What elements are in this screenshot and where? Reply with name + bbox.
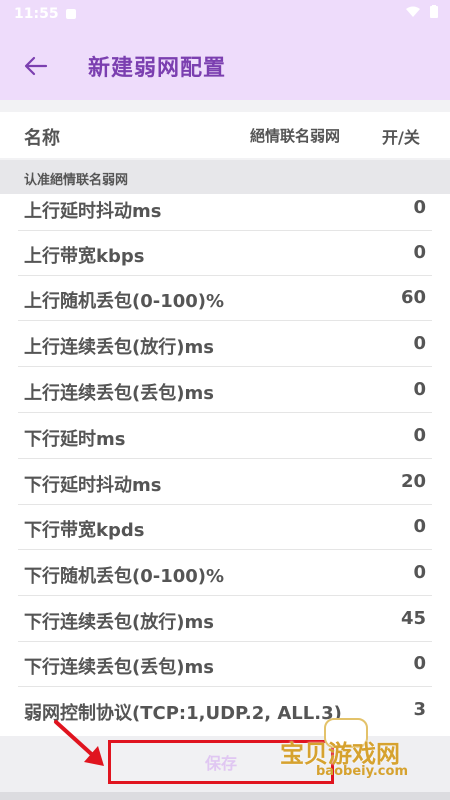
notification-icon	[66, 9, 76, 19]
list-item[interactable]: 上行随机丢包(0-100)% 60	[0, 276, 450, 321]
status-time: 11:55	[14, 6, 59, 22]
list-item[interactable]: 上行延时抖动ms 0	[0, 194, 450, 231]
watermark: 宝贝游戏网 baobeiy.com	[276, 718, 446, 786]
list-item[interactable]: 上行连续丢包(放行)ms 0	[0, 322, 450, 367]
app-bar: 新建弱网配置	[0, 30, 450, 100]
list-item[interactable]: 上行带宽kbps 0	[0, 231, 450, 276]
config-list: 上行延时抖动ms 0 上行带宽kbps 0 上行随机丢包(0-100)% 60 上行连…	[0, 194, 450, 736]
column-toggle-header: 开/关	[382, 128, 420, 147]
battery-icon	[430, 5, 438, 18]
save-label: 保存	[204, 754, 237, 773]
status-bar: 11:55	[0, 0, 450, 30]
list-item[interactable]: 下行延时抖动ms 20	[0, 460, 450, 505]
table-header: 名称 絕情联名弱网 开/关	[0, 112, 450, 158]
list-item[interactable]: 下行带宽kpds 0	[0, 505, 450, 550]
list-item[interactable]: 下行延时ms 0	[0, 414, 450, 459]
list-item[interactable]: 下行连续丢包(放行)ms 45	[0, 597, 450, 642]
back-button[interactable]	[18, 48, 54, 84]
section-header: 认准絕情联名弱网	[0, 160, 450, 194]
section-label: 认准絕情联名弱网	[24, 173, 129, 188]
wifi-icon	[405, 6, 420, 17]
page-title: 新建弱网配置	[88, 56, 227, 81]
column-name-header: 名称	[24, 128, 60, 149]
watermark-url: baobeiy.com	[316, 764, 408, 779]
list-item[interactable]: 上行连续丢包(丢包)ms 0	[0, 368, 450, 413]
back-arrow-icon	[24, 56, 48, 76]
column-target-header: 絕情联名弱网	[250, 127, 341, 145]
red-arrow-icon	[54, 720, 104, 766]
list-item[interactable]: 下行随机丢包(0-100)% 0	[0, 551, 450, 596]
list-item[interactable]: 下行连续丢包(丢包)ms 0	[0, 642, 450, 687]
status-icons	[405, 5, 438, 22]
